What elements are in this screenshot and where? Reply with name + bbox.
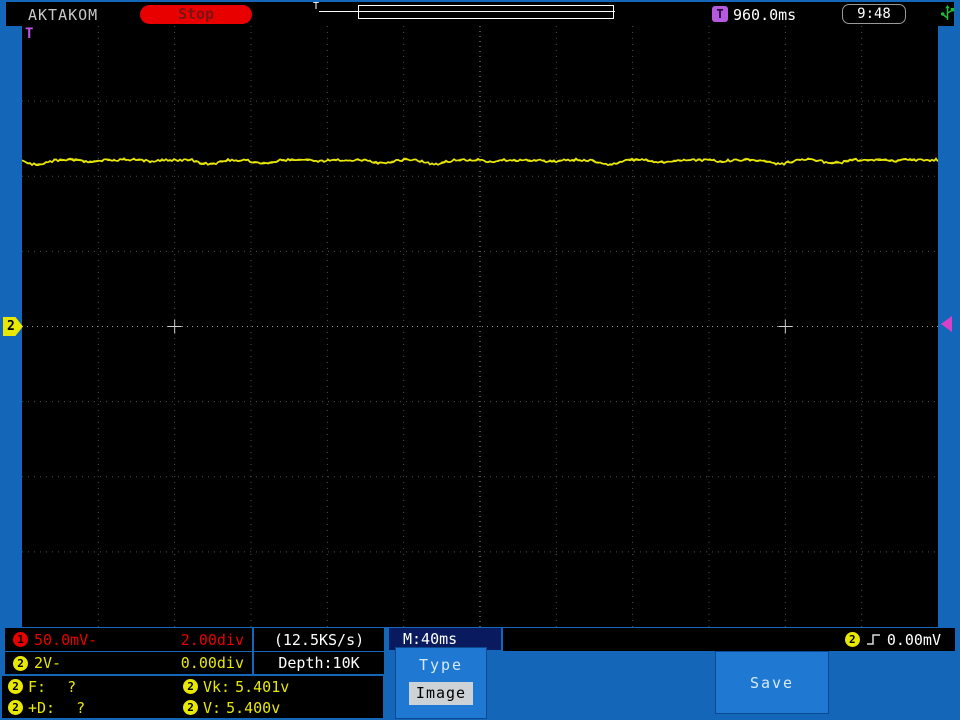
- measurements-panel: 2 F: ? 2 Vk: 5.401v 2 +D: ? 2 V: 5.400v: [2, 676, 383, 718]
- channel2-badge: 2: [13, 655, 28, 671]
- measurement-vk: 2 Vk: 5.401v: [183, 678, 377, 696]
- trigger-level-value: 0.00mV: [886, 630, 941, 649]
- measurement-channel-badge: 2: [183, 679, 198, 694]
- rising-edge-icon: [866, 634, 880, 645]
- trigger-time-readout: 960.0ms: [733, 6, 797, 24]
- memory-position-indicator: T: [311, 1, 626, 26]
- sample-rate-readout: (12.5KS/s): [254, 628, 384, 651]
- measurement-channel-badge: 2: [183, 700, 198, 715]
- channel2-readout: 2 2V- 0.00div: [5, 652, 252, 674]
- display-window-bracket: [358, 5, 614, 19]
- run-stop-status[interactable]: Stop: [140, 5, 252, 24]
- trigger-channel-badge: 2: [844, 632, 860, 647]
- menu-type-label: Type: [418, 656, 464, 674]
- waveform-display: T: [21, 26, 939, 627]
- measurement-channel-badge: 2: [8, 700, 23, 715]
- channel1-badge: 1: [13, 632, 28, 647]
- channel2-position-marker[interactable]: 2: [3, 317, 23, 336]
- oscilloscope-screen: AKTAKOM Stop T T 960.0ms 9:48 T 2 1 50.0…: [0, 0, 960, 720]
- brand-label: AKTAKOM: [28, 6, 99, 24]
- channel1-readout: 1 50.0mV- 2.00div: [5, 628, 252, 651]
- clock: 9:48: [842, 4, 906, 24]
- menu-type-button[interactable]: Type Image: [395, 647, 487, 719]
- top-status-bar: AKTAKOM Stop T T 960.0ms 9:48: [6, 1, 955, 26]
- trigger-level-readout: 2 0.00mV: [503, 628, 955, 651]
- menu-type-value[interactable]: Image: [409, 682, 473, 705]
- measurement-v: 2 V: 5.400v: [183, 699, 377, 717]
- channel1-vscale: 50.0mV-: [34, 630, 98, 649]
- channel1-offset: 2.00div: [180, 630, 244, 649]
- measurement-frequency: 2 F: ?: [8, 678, 183, 696]
- trigger-level-arrow[interactable]: [941, 316, 952, 332]
- measurement-channel-badge: 2: [8, 679, 23, 694]
- usb-icon: [941, 5, 955, 20]
- graticule-svg: [21, 26, 939, 627]
- memory-depth-readout: Depth:10K: [254, 652, 384, 674]
- trigger-t-icon: T: [712, 6, 728, 22]
- channel2-vscale: 2V-: [34, 654, 62, 672]
- channel2-offset: 0.00div: [180, 654, 244, 672]
- save-button[interactable]: Save: [715, 651, 829, 714]
- trigger-horizontal-position-marker[interactable]: T: [25, 26, 33, 42]
- measurement-duty: 2 +D: ?: [8, 699, 183, 717]
